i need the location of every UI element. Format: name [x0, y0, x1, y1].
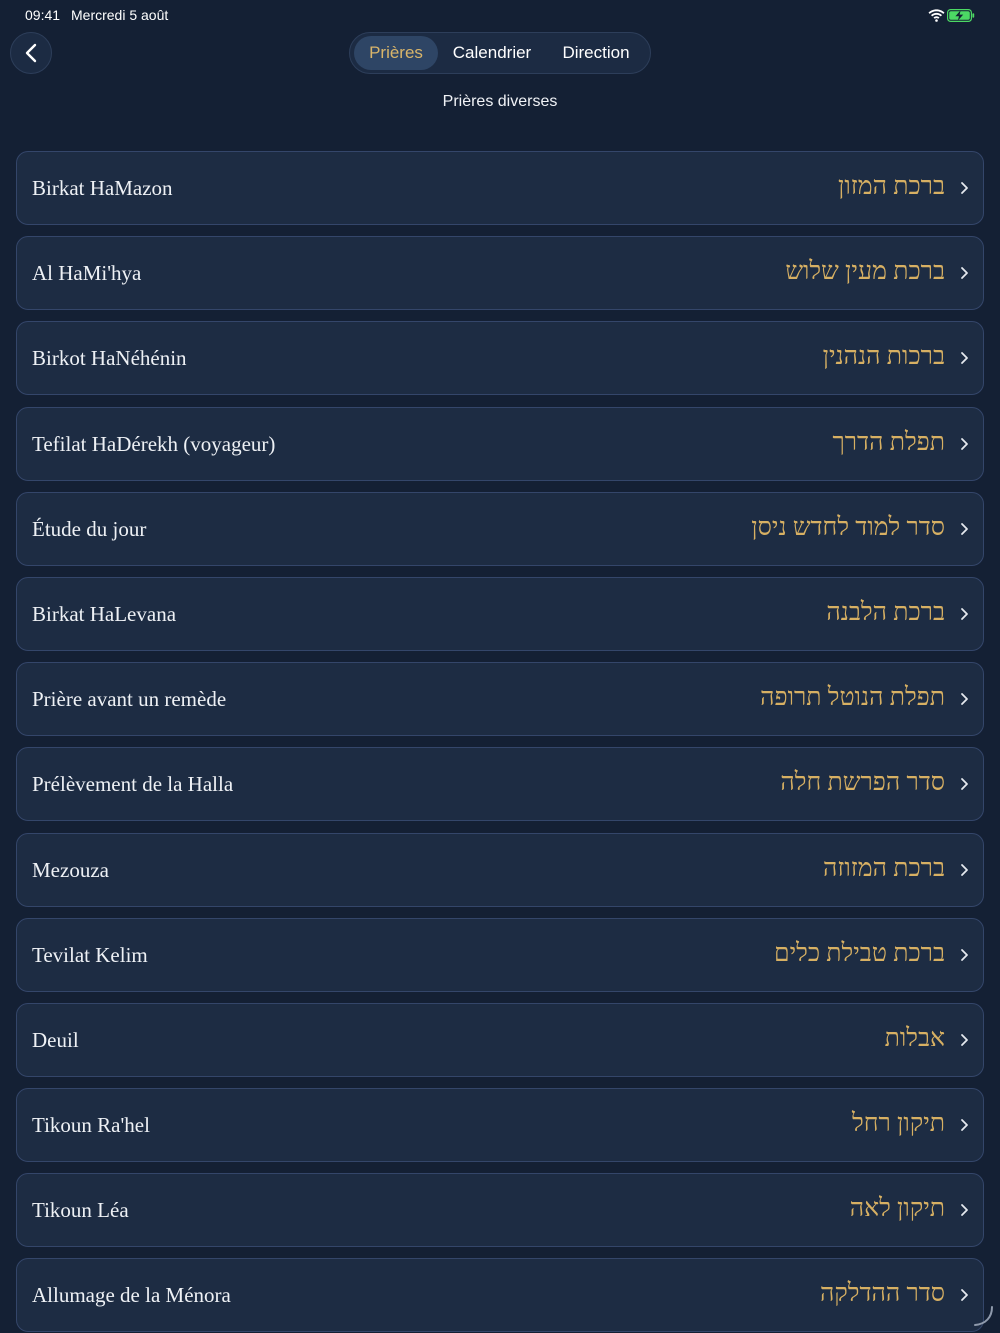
resize-handle-icon	[974, 1306, 993, 1326]
item-title-he: ברכת הלבנה	[826, 598, 945, 626]
item-title-fr: Allumage de la Ménora	[32, 1283, 231, 1308]
item-title-he: תיקון לאה	[849, 1195, 945, 1223]
chevron-right-icon	[961, 267, 968, 280]
item-title-he: ברכת המזון	[838, 173, 945, 200]
item-title-fr: Birkat HaLevana	[32, 601, 177, 626]
tab-calendrier[interactable]: Calendrier	[442, 36, 542, 70]
item-title-fr: Deuil	[32, 1027, 79, 1052]
tab-prieres[interactable]: Prières	[354, 36, 438, 70]
chevron-right-icon	[961, 1033, 968, 1046]
list-item[interactable]: Birkat HaMazon ברכת המזון	[16, 151, 984, 225]
chevron-right-icon	[961, 778, 968, 791]
list-item[interactable]: Prélèvement de la Halla סדר הפרשת חלה	[16, 747, 984, 822]
section-title: Prières diverses	[442, 93, 558, 110]
chevron-right-icon	[961, 1119, 968, 1131]
list-item[interactable]: Étude du jour סדר למוד לחדש ניסן	[16, 491, 984, 566]
item-title-he: ברכת המזוזה	[823, 854, 945, 882]
item-title-he: ברכת טבילת כלים	[773, 939, 945, 967]
item-title-he: ברכת מעין שלוש	[785, 258, 945, 286]
list-item[interactable]: Prière avant un remède תפלת הנוטל תרופה	[16, 662, 984, 737]
list-item[interactable]: Mezouza ברכת המזוזה	[16, 832, 984, 907]
item-title-fr: Birkat HaMazon	[32, 176, 173, 200]
status-date: Mercredi 5 août	[71, 7, 169, 23]
item-title-fr: Birkot HaNéhénin	[32, 346, 187, 371]
prayer-list: Birkat HaMazon ברכת המזון Al HaMi'hya בר…	[16, 151, 984, 1333]
list-item[interactable]: Al HaMi'hya ברכת מעין שלוש	[16, 236, 984, 311]
chevron-right-icon	[961, 182, 968, 194]
item-title-fr: Tefilat HaDérekh (voyageur)	[32, 431, 276, 456]
item-title-fr: Mezouza	[32, 857, 109, 882]
list-item[interactable]: Birkot HaNéhénin ברכות הנהנין	[16, 321, 984, 396]
item-title-he: אבלות	[884, 1024, 945, 1052]
tab-direction[interactable]: Direction	[548, 36, 644, 70]
back-button[interactable]	[10, 32, 52, 74]
status-bar: 09:41 Mercredi 5 août	[0, 0, 1000, 32]
chevron-right-icon	[961, 948, 968, 961]
chevron-right-icon	[961, 522, 968, 535]
chevron-right-icon	[961, 1204, 968, 1217]
item-title-he: ברכות הנהנין	[822, 343, 945, 371]
list-item[interactable]: Tefilat HaDérekh (voyageur) תפלת הדרך	[16, 406, 984, 481]
item-title-he: סדר למוד לחדש ניסן	[751, 513, 945, 541]
list-item[interactable]: Birkat HaLevana ברכת הלבנה	[16, 576, 984, 651]
item-title-fr: Tevilat Kelim	[32, 942, 148, 967]
segmented-control: Prières Calendrier Direction	[349, 32, 651, 74]
item-title-he: תפלת הנוטל תרופה	[760, 684, 945, 712]
list-item[interactable]: Tikoun Ra'hel תיקון רחל	[16, 1088, 984, 1163]
item-title-he: תפלת הדרך	[832, 428, 946, 456]
chevron-right-icon	[961, 1289, 968, 1302]
battery-charging-icon	[947, 9, 975, 22]
chevron-right-icon	[961, 863, 968, 876]
list-item[interactable]: Deuil אבלות	[16, 1002, 984, 1077]
list-item[interactable]: Allumage de la Ménora סדר ההדלקה	[16, 1258, 984, 1333]
item-title-fr: Al HaMi'hya	[32, 261, 142, 286]
item-title-he: סדר ההדלקה	[819, 1280, 945, 1308]
item-title-he: סדר הפרשת חלה	[780, 769, 945, 797]
list-item[interactable]: Tikoun Léa תיקון לאה	[16, 1173, 984, 1248]
status-time: 09:41	[25, 7, 61, 23]
item-title-fr: Prière avant un remède	[32, 687, 227, 712]
chevron-left-icon	[25, 43, 37, 63]
chevron-right-icon	[961, 352, 968, 365]
chevron-right-icon	[961, 693, 968, 706]
item-title-fr: Tikoun Léa	[32, 1198, 129, 1223]
item-title-fr: Prélèvement de la Halla	[32, 772, 234, 797]
item-title-he: תיקון רחל	[852, 1110, 945, 1138]
item-title-fr: Tikoun Ra'hel	[32, 1113, 150, 1138]
chevron-right-icon	[961, 608, 968, 620]
list-item[interactable]: Tevilat Kelim ברכת טבילת כלים	[16, 917, 984, 992]
wifi-icon	[928, 9, 945, 22]
item-title-fr: Étude du jour	[32, 516, 147, 541]
chevron-right-icon	[961, 437, 968, 450]
